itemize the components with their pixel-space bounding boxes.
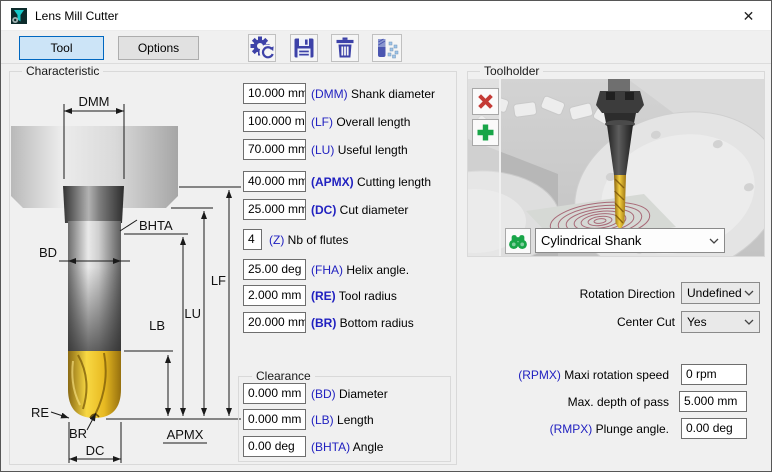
dim-label-bhta: BHTA	[139, 218, 173, 233]
chips-simulation-button[interactable]	[372, 34, 402, 62]
nb-flutes-input[interactable]: 4	[243, 229, 262, 250]
helix-angle-input[interactable]: 25.00 deg	[243, 259, 306, 280]
dim-label-re: RE	[31, 405, 49, 420]
clearance-diameter-label: (BD) Diameter	[311, 387, 388, 401]
shank-type-select[interactable]: Cylindrical Shank	[535, 228, 725, 253]
diagram-neck	[63, 186, 124, 223]
max-depth-of-pass-input[interactable]: 5.000 mm	[679, 391, 747, 412]
cut-diameter-label: (DC) Cut diameter	[311, 203, 408, 217]
center-cut-value: Yes	[687, 315, 707, 329]
max-rotation-speed-input[interactable]: 0 rpm	[681, 364, 747, 385]
dim-label-dmm: DMM	[78, 94, 109, 109]
diagram-cutter-tip	[68, 351, 121, 418]
save-tool-button[interactable]	[290, 34, 318, 62]
window-title: Lens Mill Cutter	[35, 1, 118, 31]
plunge-angle-input[interactable]: 0.00 deg	[681, 418, 747, 439]
dialog-lens-mill-cutter: Lens Mill Cutter ✕ Tool Options	[0, 0, 772, 472]
toolholder-group-title: Toolholder	[480, 64, 543, 78]
title-bar: Lens Mill Cutter ✕	[1, 1, 771, 31]
browse-toolholder-button[interactable]	[505, 228, 531, 254]
app-icon	[11, 8, 27, 24]
cutting-length-input[interactable]: 40.000 mm	[243, 171, 306, 192]
max-depth-of-pass-label: Max. depth of pass	[461, 395, 669, 409]
cut-diameter-input[interactable]: 25.000 mm	[243, 199, 306, 220]
characteristic-group-title: Characteristic	[22, 64, 103, 78]
dim-label-dc: DC	[86, 443, 105, 458]
clearance-diameter-input[interactable]: 0.000 mm	[243, 383, 306, 404]
add-toolholder-button[interactable]	[472, 119, 499, 146]
dim-label-bd: BD	[39, 245, 57, 260]
dim-label-lb: LB	[149, 318, 165, 333]
tab-options[interactable]: Options	[118, 36, 199, 60]
chevron-down-icon	[709, 238, 719, 244]
bottom-radius-label: (BR) Bottom radius	[311, 316, 414, 330]
max-rotation-speed-label: (RPMX) Maxi rotation speed	[461, 368, 669, 382]
tool-radius-input[interactable]: 2.000 mm	[243, 285, 306, 306]
useful-length-input[interactable]: 70.000 mm	[243, 139, 306, 160]
toolbar-separator	[1, 63, 771, 64]
delete-tool-button[interactable]	[331, 34, 359, 62]
gear-refresh-icon	[249, 35, 275, 61]
center-cut-label: Center Cut	[501, 315, 675, 329]
reload-tool-button[interactable]	[248, 34, 276, 62]
trash-icon	[332, 35, 358, 61]
chevron-down-icon	[744, 319, 754, 325]
save-icon	[291, 35, 317, 61]
clearance-angle-input[interactable]: 0.00 deg	[243, 436, 306, 457]
helix-angle-label: (FHA) Helix angle.	[311, 263, 409, 277]
shank-type-value: Cylindrical Shank	[541, 233, 641, 248]
overall-length-label: (LF) Overall length	[311, 115, 410, 129]
red-x-icon	[475, 91, 496, 112]
plunge-angle-label: (RMPX) Plunge angle.	[461, 422, 669, 436]
chevron-down-icon	[744, 290, 754, 296]
nb-flutes-label: (Z) Nb of flutes	[269, 233, 348, 247]
tool-chips-icon	[373, 35, 401, 61]
bottom-radius-input[interactable]: 20.000 mm	[243, 312, 306, 333]
rotation-direction-select[interactable]: Undefined	[681, 282, 760, 304]
dim-label-lu: LU	[184, 306, 201, 321]
green-plus-icon	[475, 122, 496, 143]
clearance-length-label: (LB) Length	[311, 413, 374, 427]
dim-label-apmx: APMX	[167, 427, 204, 442]
rotation-direction-value: Undefined	[687, 286, 742, 300]
shank-diameter-input[interactable]: 10.000 mm	[243, 83, 306, 104]
dim-label-br: BR	[69, 426, 87, 441]
overall-length-input[interactable]: 100.000 mr	[243, 111, 306, 132]
tool-radius-label: (RE) Tool radius	[311, 289, 397, 303]
shank-diameter-label: (DMM) Shank diameter	[311, 87, 435, 101]
useful-length-label: (LU) Useful length	[311, 143, 408, 157]
dim-label-lf: LF	[211, 273, 226, 288]
tab-tool[interactable]: Tool	[19, 36, 104, 60]
tool-diagram: DMM BHTA BD LF LU LB RE BR APMX DC	[11, 79, 241, 464]
cutting-length-label: (APMX) Cutting length	[311, 175, 431, 189]
delete-toolholder-button[interactable]	[472, 88, 499, 115]
clearance-group-title: Clearance	[252, 369, 315, 383]
binoculars-icon	[507, 230, 529, 252]
clearance-angle-label: (BHTA) Angle	[311, 440, 383, 454]
clearance-length-input[interactable]: 0.000 mm	[243, 409, 306, 430]
close-icon[interactable]: ✕	[726, 1, 771, 31]
center-cut-select[interactable]: Yes	[681, 311, 760, 333]
rotation-direction-label: Rotation Direction	[501, 287, 675, 301]
